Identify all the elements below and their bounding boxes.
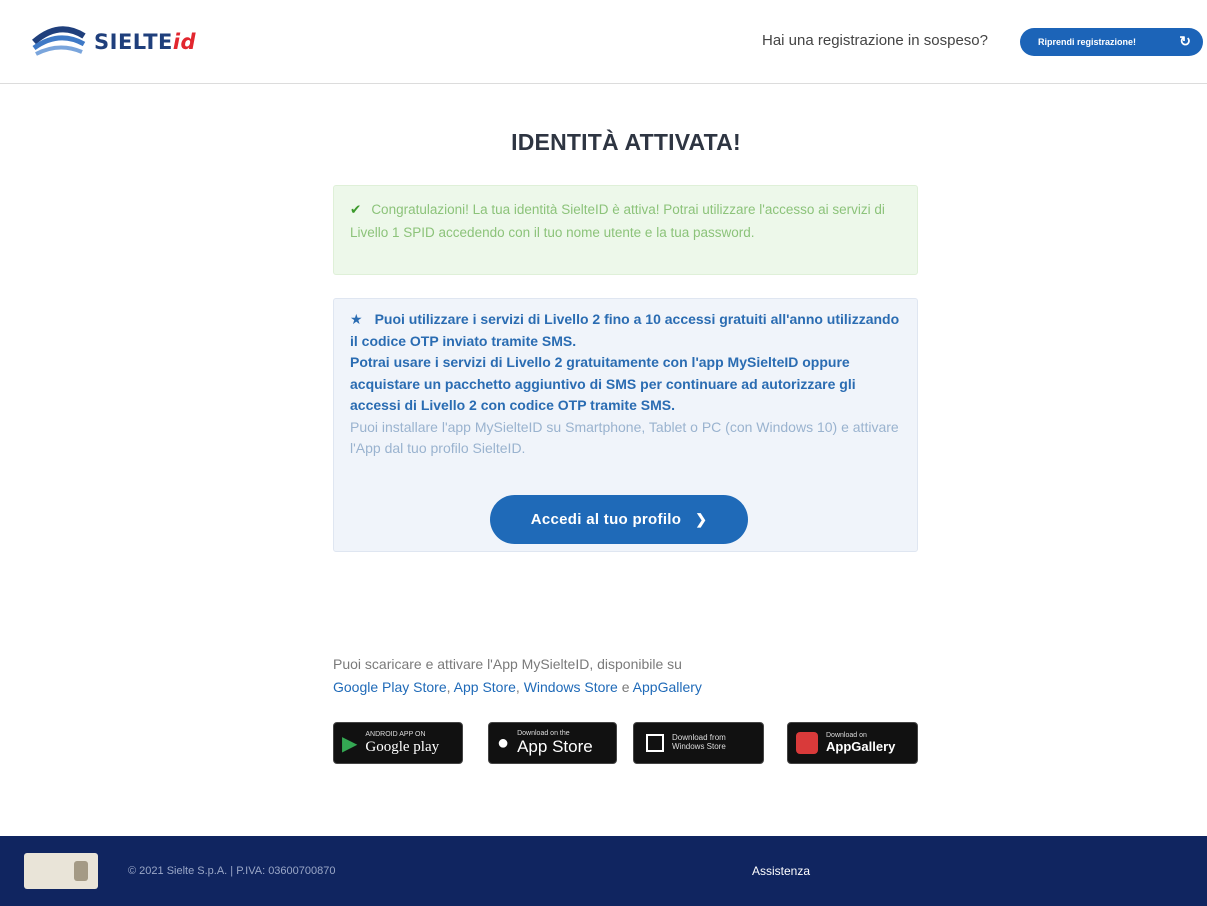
chevron-right-icon: ❯	[695, 511, 708, 527]
download-info: Puoi scaricare e attivare l'App MySielte…	[333, 656, 702, 695]
apple-icon: ●	[497, 731, 510, 754]
star-icon: ★	[350, 311, 363, 327]
and-text: e	[621, 679, 630, 695]
appgallery-link[interactable]: AppGallery	[633, 679, 702, 695]
windows-store-link[interactable]: Windows Store	[524, 679, 618, 695]
sielte-id-logo[interactable]: SIELTEid	[30, 22, 196, 62]
page-title: IDENTITÀ ATTIVATA!	[511, 129, 741, 155]
windows-store-icon	[646, 734, 664, 752]
check-icon: ✔	[350, 202, 362, 217]
appgallery-badge[interactable]: Download on AppGallery	[787, 722, 918, 764]
success-alert: ✔ Congratulazioni! La tua identità Sielte…	[333, 185, 918, 275]
certification-seal-icon	[24, 853, 98, 889]
google-play-icon: ▶	[342, 732, 358, 755]
access-profile-button[interactable]: Accedi al tuo profilo ❯	[490, 495, 748, 544]
info-text-level2: ★ Puoi utilizzare i servizi di Livello 2 …	[350, 311, 900, 349]
app-store-badge[interactable]: ● Download on the App Store	[488, 722, 617, 764]
ws-badge-big: Windows Store	[672, 742, 726, 751]
google-play-badge[interactable]: ▶ ANDROID APP ON Google play	[333, 722, 463, 764]
info-text-app: Potrai usare i servizi di Livello 2 grat…	[350, 354, 856, 413]
wave-logo-icon	[32, 26, 86, 56]
resume-registration-button[interactable]: Riprendi registrazione! ↻	[1020, 28, 1203, 56]
page-footer: © 2021 Sielte S.p.A. | P.IVA: 0360070087…	[0, 836, 1207, 906]
windows-store-badge[interactable]: Download from Windows Store	[633, 722, 764, 764]
copyright-text: © 2021 Sielte S.p.A. | P.IVA: 0360070087…	[128, 865, 336, 877]
as-badge-big: App Store	[517, 736, 593, 756]
app-store-link[interactable]: App Store	[454, 679, 516, 695]
resume-registration-label: Riprendi registrazione!	[1038, 37, 1137, 47]
appgallery-icon	[796, 732, 818, 754]
pending-registration-text: Hai una registrazione in sospeso?	[762, 32, 988, 49]
info-text-install: Puoi installare l'app MySielteID su Smar…	[350, 418, 899, 457]
google-play-link[interactable]: Google Play Store	[333, 679, 447, 695]
logo-text: SIELTEid	[94, 30, 197, 54]
ag-badge-big: AppGallery	[826, 738, 896, 754]
gp-badge-big: Google play	[365, 738, 440, 755]
gp-badge-small: ANDROID APP ON	[365, 730, 426, 738]
success-message: Congratulazioni! La tua identità SielteI…	[350, 202, 885, 240]
refresh-icon: ↻	[1179, 33, 1191, 49]
access-profile-label: Accedi al tuo profilo	[530, 511, 682, 528]
assistance-link[interactable]: Assistenza	[752, 864, 810, 878]
info-panel: ★ Puoi utilizzare i servizi di Livello 2 …	[333, 298, 918, 552]
download-intro: Puoi scaricare e attivare l'App MySielte…	[333, 656, 682, 672]
top-header: SIELTEid Hai una registrazione in sospes…	[0, 0, 1207, 84]
